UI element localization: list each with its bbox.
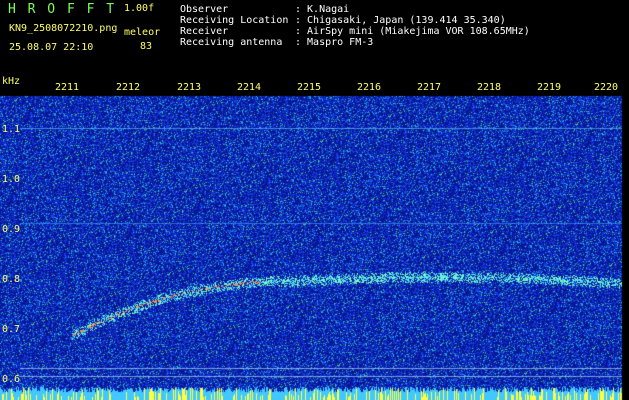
y-tick-label: 0.7: [2, 324, 21, 335]
x-tick-label: 2217: [417, 82, 442, 93]
y-unit-label: kHz: [2, 76, 21, 87]
x-tick-label: 2214: [237, 82, 262, 93]
header-panel: H R O F F T 1.00f KN9_2508072210.png mel…: [0, 0, 629, 76]
y-tick-label: 0.8: [2, 274, 21, 285]
spectrogram-canvas: [0, 76, 629, 400]
y-tick-label: 0.6: [2, 374, 21, 385]
date-time: 25.08.07 22:10: [9, 42, 94, 53]
receiver-value: : AirSpy mini (Miakejima VOR 108.65MHz): [295, 26, 530, 37]
observer-value: : K.Nagai: [295, 4, 350, 15]
x-tick-label: 2220: [594, 82, 619, 93]
x-tick-label: 2212: [116, 82, 141, 93]
mode-label: meleor: [124, 27, 161, 38]
receiver-label: Receiver: [180, 26, 229, 37]
x-tick-label: 2213: [177, 82, 202, 93]
meteor-count: 83: [140, 41, 153, 52]
y-tick-label: 1.0: [2, 174, 21, 185]
x-tick-label: 2216: [357, 82, 382, 93]
app-version: 1.00f: [124, 3, 155, 14]
app-name: H R O F F T: [8, 2, 117, 17]
x-tick-label: 2219: [537, 82, 562, 93]
y-tick-label: 0.9: [2, 224, 21, 235]
x-tick-label: 2218: [477, 82, 502, 93]
antenna-label: Receiving antenna: [180, 37, 283, 48]
antenna-value: : Maspro FM-3: [295, 37, 374, 48]
observer-label: Observer: [180, 4, 229, 15]
y-tick-label: 1.1: [2, 124, 21, 135]
location-value: : Chigasaki, Japan (139.414 35.340): [295, 15, 506, 26]
x-tick-label: 2211: [55, 82, 80, 93]
file-name: KN9_2508072210.png: [9, 23, 118, 34]
location-label: Receiving Location: [180, 15, 289, 26]
x-tick-label: 2215: [297, 82, 322, 93]
